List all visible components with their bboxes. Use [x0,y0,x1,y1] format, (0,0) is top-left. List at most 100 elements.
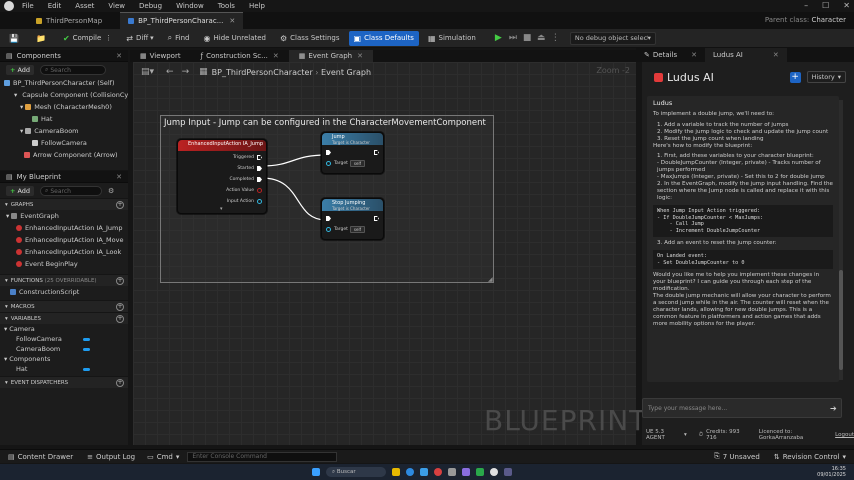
expand-chevron-icon[interactable]: ▾ [220,206,223,212]
functions-section[interactable]: ▾ FUNCTIONS (25 OVERRIDABLE) + [0,274,128,286]
logout-link[interactable]: Logout [835,432,854,438]
input-action-node[interactable]: EnhancedInputAction IA_Jump Triggered St… [177,139,267,214]
macros-section[interactable]: ▾ MACROS + [0,300,128,312]
code-block[interactable]: When Jump Input Action triggered: - If D… [653,205,833,237]
add-variable-icon[interactable]: + [116,314,124,323]
variable-category[interactable]: ▾ Camera [0,324,128,334]
tree-item-capsule[interactable]: ▾Capsule Component (CollisionCylinder) [0,89,128,101]
event-item[interactable]: EnhancedInputAction IA_Jump [0,222,128,234]
event-item[interactable]: Event BeginPlay [0,258,128,270]
add-dispatcher-icon[interactable]: + [116,378,124,387]
tree-item-mesh[interactable]: ▾ Mesh (CharacterMesh0) [0,101,128,113]
send-icon[interactable]: ➔ [830,404,837,413]
add-component-button[interactable]: + Add [6,65,35,75]
app-icon[interactable] [462,468,470,476]
stop-icon[interactable]: ■ [523,33,534,44]
unsaved-button[interactable]: ⎘ 7 Unsaved [714,452,760,461]
variable-item[interactable]: CameraBoom [0,344,128,354]
menu-edit[interactable]: Edit [48,2,62,10]
pin-triggered[interactable]: Triggered [226,152,262,163]
console-input[interactable]: Enter Console Command [187,451,338,462]
close-icon[interactable]: ✕ [116,52,122,60]
resize-handle-icon[interactable]: ◢ [488,276,493,283]
close-icon[interactable]: ✕ [843,1,850,10]
close-tab-icon[interactable]: ✕ [229,17,235,25]
add-graph-icon[interactable]: + [116,200,124,209]
diff-button[interactable]: ⇄ Diff ▾ [121,31,158,46]
parent-class-value[interactable]: Character [811,16,846,24]
menu-window[interactable]: Window [176,2,204,10]
agent-version[interactable]: UE 5.3 AGENT [646,429,682,441]
variable-category[interactable]: ▾ Components [0,354,128,364]
components-search-input[interactable]: ⌕ Search [40,65,107,75]
tree-item-followcamera[interactable]: FollowCamera [0,137,128,149]
graphs-section[interactable]: ▾ GRAPHS + [0,198,128,210]
eject-icon[interactable]: ⏏ [537,33,548,44]
event-item[interactable]: EnhancedInputAction IA_Move [0,234,128,246]
tree-item-hat[interactable]: Hat [0,113,128,125]
save-icon[interactable]: 💾 [4,31,27,46]
app-icon[interactable] [448,468,456,476]
function-item[interactable]: ConstructionScript [0,286,128,298]
gear-icon[interactable]: ⚙ [108,187,114,195]
chrome-icon[interactable] [434,468,442,476]
pin-input-action[interactable]: Input Action [226,196,262,207]
taskbar-search[interactable]: ⌕ Buscar [326,467,386,477]
system-clock[interactable]: 16:35 09/01/2025 [817,466,846,478]
find-button[interactable]: ⌕ Find [163,31,195,46]
revision-control-button[interactable]: ⇅ Revision Control ▾ [774,453,846,461]
close-tab-icon[interactable]: ✕ [773,51,779,59]
browse-icon[interactable]: 📁 [31,31,54,46]
add-function-icon[interactable]: + [116,276,124,285]
event-item[interactable]: EnhancedInputAction IA_Look [0,246,128,258]
variables-section[interactable]: ▾ VARIABLES + [0,312,128,324]
add-macro-icon[interactable]: + [116,302,124,311]
doc-tab-map[interactable]: ThirdPersonMap [28,12,110,29]
stop-jumping-node[interactable]: Stop Jumping Target is Character Target se… [321,198,384,240]
edge-icon[interactable] [406,468,414,476]
close-tab-icon[interactable]: ✕ [273,52,279,60]
scrollbar-thumb[interactable] [839,270,843,370]
tab-viewport[interactable]: ▦ Viewport [130,50,191,62]
code-block[interactable]: On Landed event: - Set DoubleJumpCounter… [653,250,833,269]
step-icon[interactable]: ⏭ [509,33,520,44]
exec-in-pin-icon[interactable] [326,216,331,221]
tab-event-graph[interactable]: ▦ Event Graph ✕ [288,50,373,62]
components-tab[interactable]: ▤ Components ✕ [0,50,128,62]
content-drawer-button[interactable]: ▤ Content Drawer [8,453,73,461]
cmd-button[interactable]: ▭ Cmd ▾ [147,453,179,461]
pin-completed[interactable]: Completed [226,174,262,185]
my-blueprint-tab[interactable]: ▤ My Blueprint ✕ [0,171,128,183]
variable-item[interactable]: FollowCamera [0,334,128,344]
app-icon[interactable] [476,468,484,476]
store-icon[interactable] [420,468,428,476]
menu-help[interactable]: Help [249,2,265,10]
pin-started[interactable]: Started [226,163,262,174]
blueprint-search-input[interactable]: ⌕ Search [40,186,103,196]
play-icon[interactable]: ▶ [495,33,506,44]
target-pin[interactable]: Target self [322,158,383,169]
minimize-icon[interactable]: – [804,1,808,10]
tree-item-cameraboom[interactable]: ▾ CameraBoom [0,125,128,137]
output-log-button[interactable]: ≡ Output Log [87,453,135,461]
variable-item[interactable]: Hat [0,364,128,374]
file-explorer-icon[interactable] [392,468,400,476]
graph-item-eventgraph[interactable]: ▾ EventGraph [0,210,128,222]
close-icon[interactable]: ✕ [116,173,122,181]
doc-tab-blueprint[interactable]: BP_ThirdPersonCharac... ✕ [120,12,244,29]
close-tab-icon[interactable]: ✕ [357,52,363,60]
close-tab-icon[interactable]: ✕ [691,51,697,59]
event-dispatchers-section[interactable]: ▾ EVENT DISPATCHERS + [0,376,128,388]
exec-out-pin-icon[interactable] [374,216,379,221]
menu-tools[interactable]: Tools [218,2,235,10]
tree-item-self[interactable]: BP_ThirdPersonCharacter (Self) [0,77,128,89]
compile-button[interactable]: ✔ Compile ⋮ [58,31,117,46]
class-settings-button[interactable]: ⚙ Class Settings [275,31,345,46]
target-pin[interactable]: Target self [322,224,383,235]
exec-in-pin-icon[interactable] [326,150,331,155]
message-input[interactable]: Type your message here... [642,398,842,418]
tab-details[interactable]: ✎ Details ✕ [636,48,705,62]
tab-ludus-ai[interactable]: Ludus AI ✕ [705,48,787,62]
chat-scrollbar[interactable] [839,100,843,380]
add-member-button[interactable]: + Add [6,186,35,196]
